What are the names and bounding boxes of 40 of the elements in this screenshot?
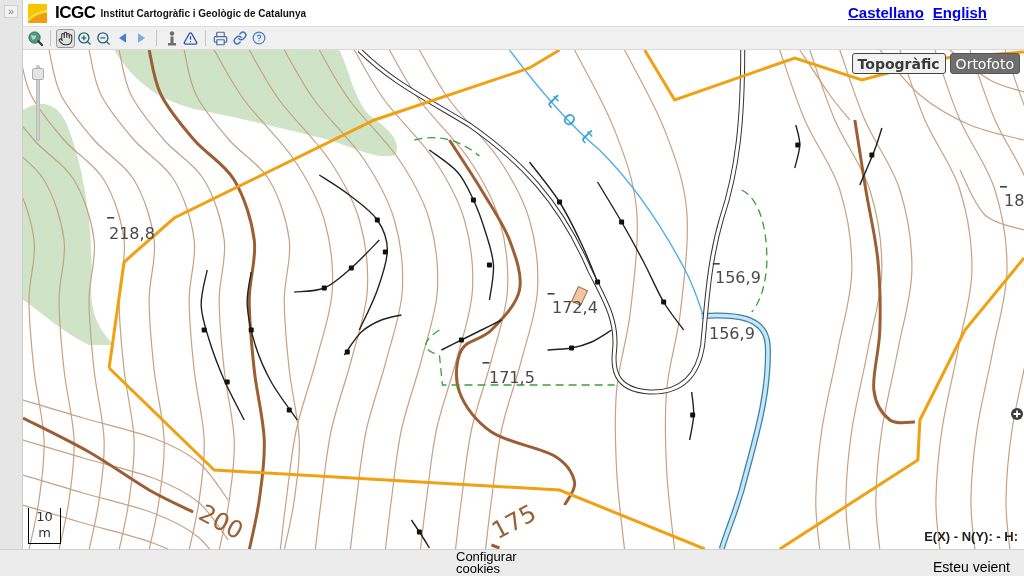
map-view[interactable]: 218,8 172,4 171,5 156,9 156,9 18 200 175 t o t Topogràfic Ortofoto 10 m E(X) - N(Y): - H:	[23, 50, 1024, 549]
hand-icon	[58, 30, 73, 46]
link-icon	[232, 31, 247, 45]
expand-panel-button[interactable]: »	[4, 5, 18, 18]
stream-name-label: t o t	[543, 91, 601, 149]
left-triangle-icon	[119, 33, 126, 43]
slider-thumb[interactable]	[32, 68, 44, 81]
coordinates-readout: E(X) - N(Y): - H:	[924, 527, 1018, 546]
spot-height-label: 156,9	[715, 270, 761, 286]
globe-magnifier-icon	[28, 30, 43, 46]
spot-height-label: 171,5	[489, 370, 535, 386]
status-text: Esteu veient	[932, 559, 1010, 575]
institute-name: Institut Cartogràfic i Geològic de Catalunya	[100, 6, 307, 21]
square-logo-icon	[28, 3, 47, 23]
right-triangle-icon	[138, 33, 145, 43]
contour-label: 200	[195, 500, 247, 544]
language-link[interactable]: English	[932, 1, 987, 25]
base-layer-button[interactable]: Topogràfic	[851, 53, 946, 74]
zoom-out-icon	[96, 30, 111, 46]
spot-height-label: 156,9	[709, 326, 755, 342]
contour-label: 175	[488, 500, 540, 544]
info-icon	[165, 30, 178, 46]
zoom-slider[interactable]	[32, 65, 44, 141]
warning-icon	[183, 30, 198, 46]
printer-icon	[213, 30, 228, 46]
hand-tool-button[interactable]	[56, 28, 75, 48]
spot-height-label: 172,4	[552, 300, 598, 316]
zoom-in-icon	[77, 30, 92, 46]
spot-height-label: 18	[1004, 193, 1024, 209]
spot-height-label: 218,8	[109, 226, 155, 242]
plus-circle-button[interactable]	[1011, 408, 1023, 420]
globe-button[interactable]	[26, 28, 45, 48]
language-link[interactable]: Castellano	[847, 1, 924, 25]
scale-bar: 10 m	[28, 508, 61, 544]
logo-text: ICGC	[55, 3, 96, 23]
link-button[interactable]	[230, 28, 249, 48]
cookie-settings-link[interactable]: Configurar cookies	[456, 551, 536, 575]
base-layer-button[interactable]: Ortofoto	[949, 53, 1020, 74]
help-icon	[251, 31, 266, 45]
plus-icon	[1013, 410, 1021, 418]
